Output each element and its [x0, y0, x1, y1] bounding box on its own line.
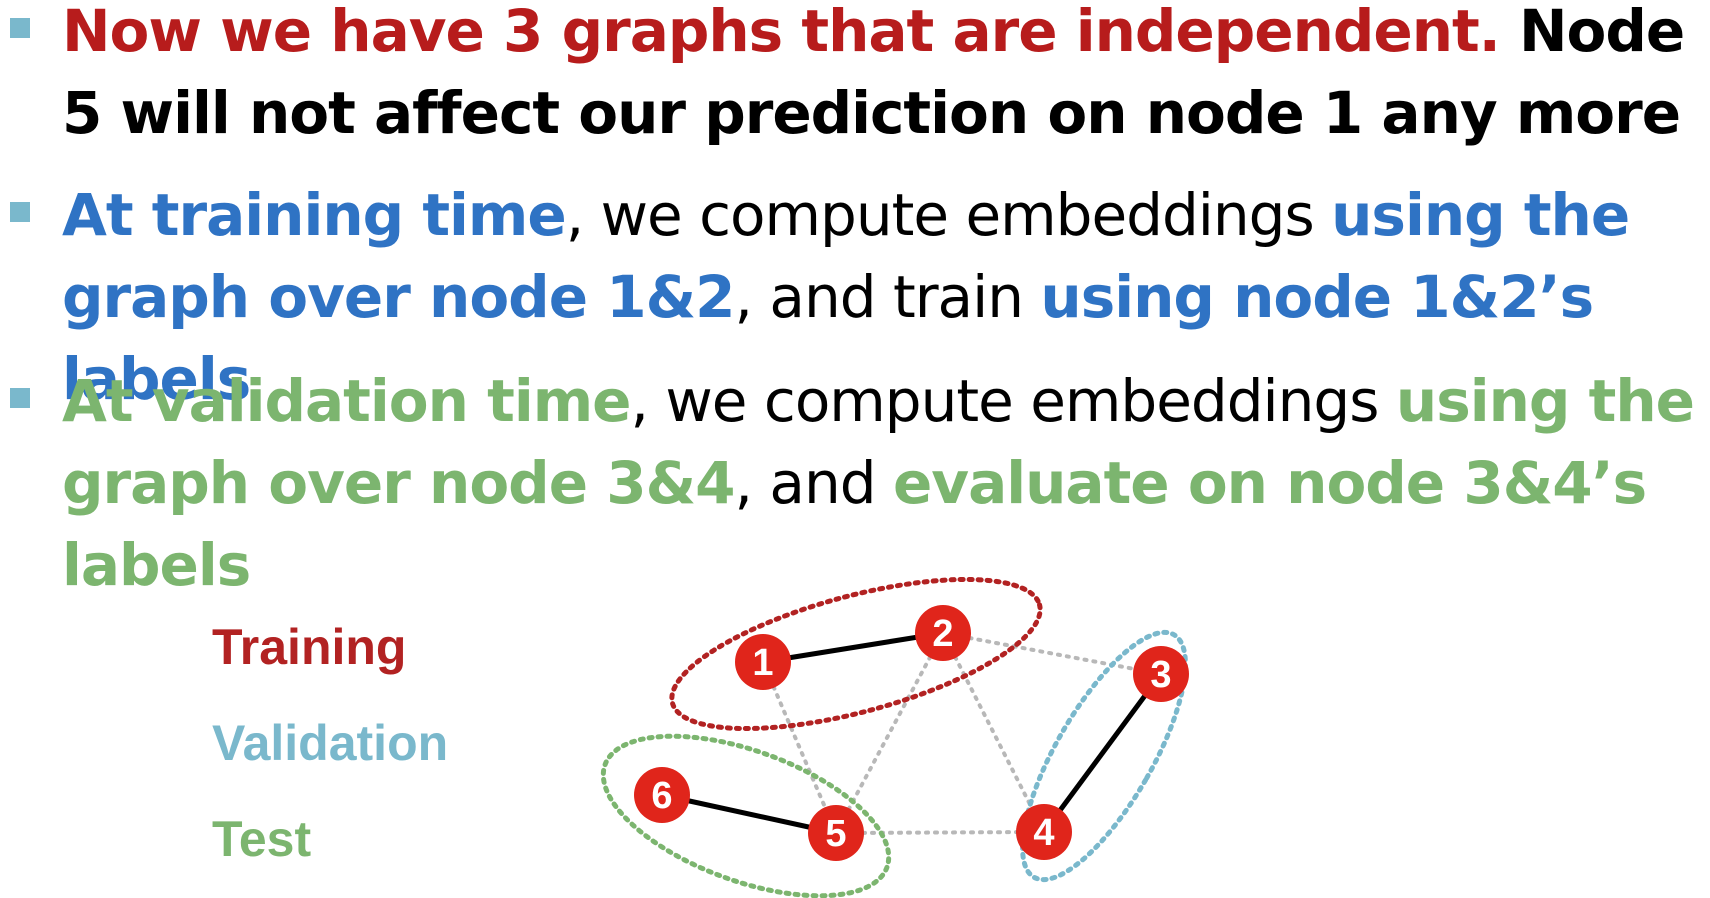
node-5-label: 5	[825, 813, 846, 855]
dotted-edge-2-3	[941, 631, 1163, 676]
graph-nodes: 1 2 3 4 5 6	[634, 605, 1189, 861]
dotted-edges	[761, 631, 1163, 835]
group-ellipse-test	[600, 733, 892, 898]
node-2-label: 2	[932, 613, 953, 655]
group-ellipses	[600, 576, 1188, 898]
node-3-label: 3	[1150, 654, 1171, 696]
node-6-label: 6	[651, 775, 672, 817]
graph-diagram: 1 2 3 4 5 6	[600, 576, 1189, 898]
node-4-label: 4	[1033, 812, 1054, 854]
solid-edge-3-4	[1041, 672, 1164, 834]
dotted-edge-5-4	[834, 830, 1046, 835]
group-ellipse-training	[669, 576, 1043, 732]
node-1-label: 1	[752, 642, 773, 684]
